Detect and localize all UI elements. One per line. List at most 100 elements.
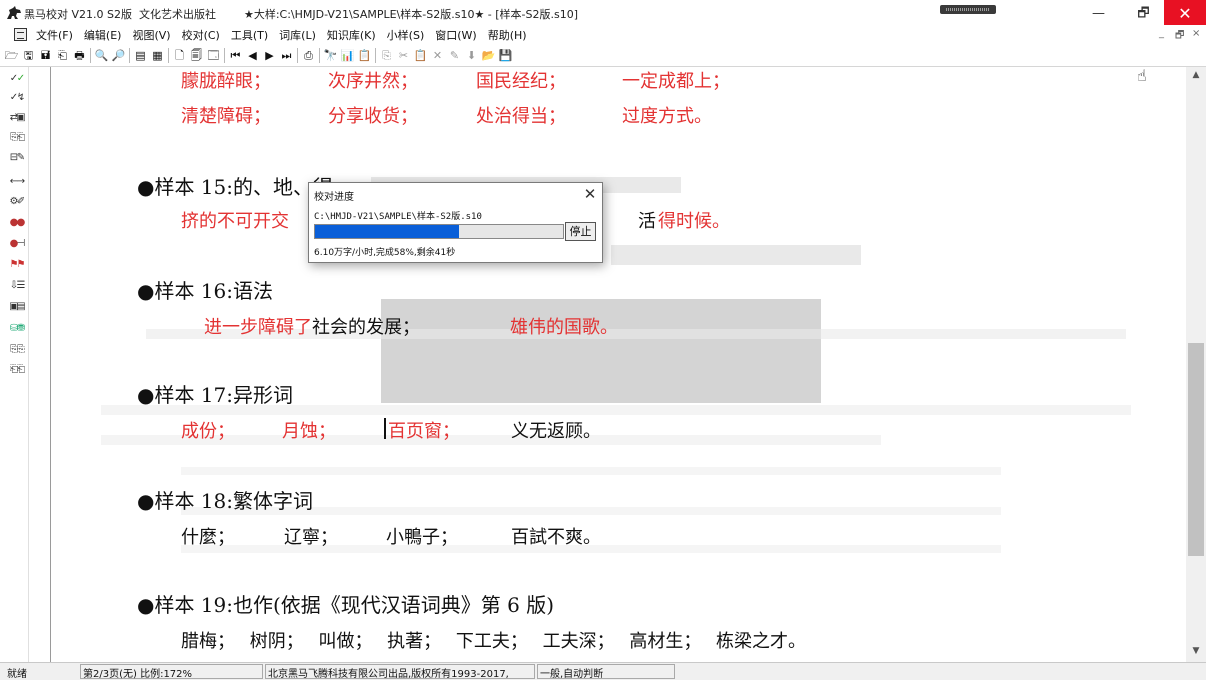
toolbar-separator — [168, 48, 169, 63]
menu-item-5[interactable]: 词库(L) — [279, 27, 316, 43]
proof-text: 义无返顾。 — [511, 421, 601, 442]
stop-button[interactable]: 停止 — [565, 222, 596, 241]
single-page-icon[interactable]: 🗋 — [172, 48, 187, 63]
status-mode: 一般,自动判断 — [540, 669, 604, 680]
title-bar: 黑马校对 V21.0 S2版 文化艺术出版社 ★大样:C:\HMJD-V21\S… — [0, 0, 1206, 27]
zoom-out-icon[interactable]: 🔎 — [111, 48, 126, 63]
hand-cursor-icon: ☝ — [1137, 66, 1147, 85]
pen-icon[interactable]: ✎ — [14, 151, 28, 165]
next-page-icon[interactable]: ▶ — [262, 48, 277, 63]
image-tool-icon[interactable]: ▤ — [14, 300, 28, 314]
menu-item-7[interactable]: 小样(S) — [387, 27, 425, 43]
delete-icon[interactable]: ✕ — [430, 48, 445, 63]
proof-item-text: 过度方式。 — [622, 106, 712, 127]
proof-item[interactable]: 雄伟的国歌。 — [510, 313, 618, 339]
menu-list: 文件(F) 编辑(E) 视图(V) 校对(C) 工具(T) 词库(L) 知识库(K) 小样(S… — [36, 27, 538, 43]
spell-next-icon[interactable]: ↯ — [14, 91, 28, 105]
edit-icon[interactable]: ✐ — [14, 195, 28, 209]
proof-item[interactable]: 进一步障碍了 — [204, 317, 312, 338]
proof-item[interactable]: 处治得当； — [476, 102, 566, 128]
paste-doc2-icon[interactable]: ⎗ — [14, 363, 28, 377]
split-icon[interactable]: ⊣ — [14, 237, 28, 251]
scroll-up-icon[interactable]: ▲ — [1186, 67, 1206, 84]
open-folder-icon[interactable]: 🗁 — [4, 48, 19, 63]
proof-item[interactable]: 挤的不可开交 — [181, 211, 289, 232]
open-file-icon[interactable]: 📂 — [481, 48, 496, 63]
proof-item[interactable]: 朦胧醉眼； — [181, 71, 271, 92]
double-page-icon[interactable]: 🗐 — [189, 48, 204, 63]
down-arrow-icon[interactable]: ⬇ — [464, 48, 479, 63]
forward-arrow-icon[interactable]: → — [14, 175, 28, 189]
window-title: 黑马校对 V21.0 S2版 文化艺术出版社 ★大样:C:\HMJD-V21\S… — [24, 8, 579, 21]
document-menu-icon[interactable] — [14, 28, 27, 41]
proof-item[interactable]: 过度方式。 — [622, 102, 712, 128]
menu-item-2[interactable]: 视图(V) — [132, 27, 170, 43]
abc-check-all-icon[interactable]: ✓ — [14, 72, 28, 86]
multi-page-icon[interactable]: 🗔 — [206, 48, 221, 63]
proof-icon[interactable]: ⎗ — [55, 48, 70, 63]
vertical-scrollbar[interactable]: ▲ ▼ — [1186, 67, 1206, 662]
import-icon[interactable]: ⎗ — [14, 131, 28, 145]
restore-button[interactable]: 🗗 — [1121, 0, 1166, 27]
prev-page-icon[interactable]: ◀ — [245, 48, 260, 63]
proof-item[interactable]: 国民经纪； — [476, 67, 566, 93]
page-view-icon[interactable]: ▤ — [133, 48, 148, 63]
dialog-close-button[interactable]: ✕ — [579, 184, 601, 204]
report-icon[interactable]: 📋 — [357, 48, 372, 63]
progress-fill — [315, 225, 459, 238]
print-icon[interactable]: 🖶 — [72, 48, 87, 63]
proof-item[interactable]: 分享收货； — [328, 102, 418, 128]
mdi-minimize-button[interactable]: _ — [1159, 28, 1164, 39]
mdi-close-button[interactable]: × — [1192, 28, 1200, 39]
doc-check-icon[interactable]: ▣ — [14, 111, 28, 125]
menu-item-1[interactable]: 编辑(E) — [84, 27, 122, 43]
proof-item[interactable]: 一定成都上； — [622, 67, 730, 93]
toolbar-separator — [375, 48, 376, 63]
document-view[interactable]: 朦胧醉眼； 次序井然； 国民经纪； 一定成都上； 清楚障碍； 分享收货； 处治得… — [51, 67, 1186, 662]
flag-right-icon[interactable]: ⚑ — [14, 258, 28, 272]
menu-item-3[interactable]: 校对(C) — [182, 27, 220, 43]
menu-item-0[interactable]: 文件(F) — [36, 27, 73, 43]
menu-item-4[interactable]: 工具(T) — [231, 27, 268, 43]
list-tool-icon[interactable]: ☰ — [14, 279, 28, 293]
last-page-icon[interactable]: ⏭ — [279, 48, 294, 63]
ghost-block — [181, 467, 1001, 475]
replace-icon[interactable]: ✎ — [447, 48, 462, 63]
mdi-restore-button[interactable]: 🗗 — [1175, 28, 1184, 45]
paste-icon[interactable]: 📋 — [413, 48, 428, 63]
proof-line: 清楚障碍； 分享收货； 处治得当； 过度方式。 — [181, 102, 712, 128]
cut-icon[interactable]: ✂ — [396, 48, 411, 63]
minimize-button[interactable]: — — [1076, 0, 1121, 27]
menu-item-9[interactable]: 帮助(H) — [488, 27, 527, 43]
scroll-thumb[interactable] — [1188, 343, 1204, 556]
copy-icon[interactable]: ⎘ — [379, 48, 394, 63]
first-page-icon[interactable]: ⏮ — [228, 48, 243, 63]
print-preview-icon[interactable]: ⎙ — [301, 48, 316, 63]
grid-view-icon[interactable]: ▦ — [150, 48, 165, 63]
proof-item[interactable]: 清楚障碍； — [181, 106, 271, 127]
db-icon[interactable]: ⛃ — [14, 322, 28, 336]
close-button[interactable]: ✕ — [1164, 0, 1206, 27]
proof-item[interactable]: 成份； — [181, 421, 235, 442]
proof-item[interactable]: 次序井然； — [328, 67, 418, 93]
menu-item-6[interactable]: 知识库(K) — [327, 27, 376, 43]
text-cursor — [384, 418, 386, 439]
sample-19-line: 腊梅； 树阴； 叫做； 执著； 下工夫； 工夫深； 高材生； 栋梁之才。 — [181, 631, 807, 652]
save-icon[interactable]: 🖫 — [21, 48, 36, 63]
save-all-icon[interactable]: 🖬 — [38, 48, 53, 63]
find-icon[interactable]: 🔭 — [323, 48, 338, 63]
save-file-icon[interactable]: 💾 — [498, 48, 513, 63]
toolbar-separator — [297, 48, 298, 63]
proof-item[interactable]: 得时候。 — [658, 207, 730, 233]
proof-item[interactable]: 百页窗； — [388, 417, 460, 443]
proof-item[interactable]: 月蚀； — [282, 417, 336, 443]
zoom-in-icon[interactable]: 🔍 — [94, 48, 109, 63]
menu-item-8[interactable]: 窗口(W) — [435, 27, 476, 43]
sample-19-heading: ●样本 19:也作(依据《现代汉语词典》第 6 版) — [137, 593, 555, 617]
status-ready: 就绪 — [7, 669, 27, 680]
chart-icon[interactable]: 📊 — [340, 48, 355, 63]
copy-doc2-icon[interactable]: ⎘ — [14, 343, 28, 357]
scroll-down-icon[interactable]: ▼ — [1186, 643, 1206, 660]
proof-progress-dialog: 校对进度 ✕ C:\HMJD-V21\SAMPLE\样本-S2版.s10 停止 … — [308, 182, 603, 263]
comment-next-icon[interactable]: ● — [14, 216, 28, 230]
